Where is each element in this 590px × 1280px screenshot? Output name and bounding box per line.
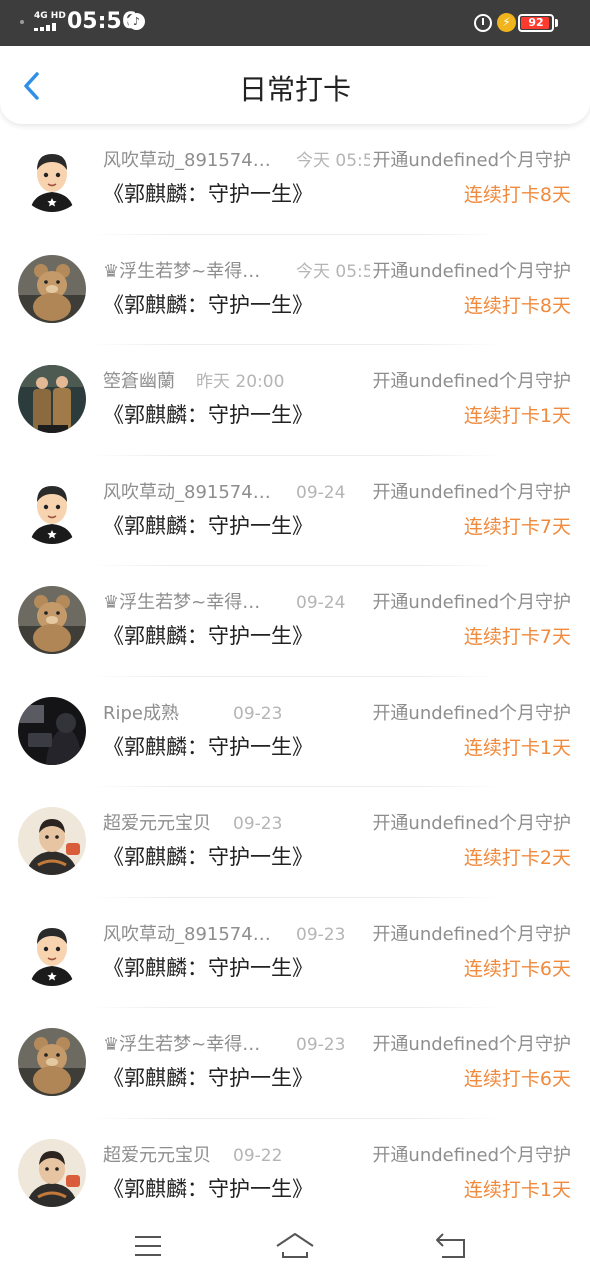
signal-icon bbox=[34, 23, 60, 31]
return-icon bbox=[436, 1233, 465, 1258]
notification-dot bbox=[20, 20, 24, 24]
menu-icon bbox=[135, 1236, 161, 1256]
checkin-row[interactable]: 风吹草动_891574… 今天 05:57 开通undefined个月守护 《郭麒麟：… bbox=[0, 124, 590, 235]
checkin-content: 《郭麒麟：守护一生》 bbox=[103, 624, 313, 648]
home-button[interactable] bbox=[274, 1230, 316, 1262]
checkin-row[interactable]: Ripe成熟 09-23 开通undefined个月守护 《郭麒麟：守护一生》 连续打卡… bbox=[0, 677, 590, 787]
network-indicator: 4G HD bbox=[34, 11, 66, 21]
guard-info: 开通undefined个月守护 bbox=[370, 701, 571, 726]
avatar[interactable] bbox=[18, 365, 86, 433]
battery-cap bbox=[555, 19, 558, 27]
home-icon bbox=[276, 1233, 314, 1258]
checkin-content: 《郭麒麟：守护一生》 bbox=[103, 182, 313, 206]
guard-info: 开通undefined个月守护 bbox=[370, 591, 571, 615]
avatar[interactable] bbox=[18, 254, 86, 323]
guard-info: 开通undefined个月守护 bbox=[370, 1033, 571, 1057]
checkin-row[interactable]: ♛浮生若梦~幸得… 今天 05:57 开通undefined个月守护 《郭麒麟：守护一… bbox=[0, 235, 590, 345]
checkin-time: 昨天 20:00 bbox=[196, 372, 285, 392]
checkin-row[interactable]: ♛浮生若梦~幸得… 09-24 开通undefined个月守护《郭麒麟：守护一生》 连… bbox=[0, 566, 590, 677]
checkin-time: 09-22 bbox=[233, 1145, 283, 1166]
checkin-row[interactable]: ♛浮生若梦~幸得… 09-23 开通undefined个月守护《郭麒麟：守护一生》 连… bbox=[0, 1008, 590, 1119]
user-name[interactable]: 风吹草动_891574… bbox=[103, 149, 273, 173]
avatar[interactable] bbox=[18, 807, 86, 875]
system-nav-bar bbox=[0, 1210, 590, 1280]
status-bar: 4G HD 05:56 ♪ ⚡ 92 bbox=[0, 0, 590, 46]
checkin-content: 《郭麒麟：守护一生》 bbox=[103, 845, 313, 869]
checkin-time: 09-23 bbox=[233, 814, 283, 834]
checkin-content: 《郭麒麟：守护一生》 bbox=[103, 292, 313, 317]
streak-badge: 连续打卡6天 bbox=[463, 1068, 571, 1090]
streak-badge: 连续打卡1天 bbox=[463, 736, 571, 759]
checkin-content: 《郭麒麟：守护一生》 bbox=[103, 1066, 313, 1090]
page-title: 日常打卡 bbox=[238, 73, 351, 106]
avatar[interactable] bbox=[18, 586, 86, 654]
user-name[interactable]: 风吹草动_891574… bbox=[103, 481, 273, 505]
status-time: 05:56 bbox=[67, 9, 138, 34]
streak-badge: 连续打卡8天 bbox=[463, 294, 571, 317]
checkin-time: 09-23 bbox=[296, 924, 346, 945]
checkin-row[interactable]: 风吹草动_891574… 09-24 开通undefined个月守护《郭麒麟：守护一… bbox=[0, 456, 590, 566]
user-name[interactable]: ♛浮生若梦~幸得… bbox=[103, 1033, 273, 1057]
checkin-content: 《郭麒麟：守护一生》 bbox=[103, 1176, 313, 1201]
guard-info: 开通undefined个月守护 bbox=[370, 812, 571, 836]
music-icon: ♪ bbox=[128, 13, 145, 30]
streak-badge: 连续打卡6天 bbox=[463, 957, 571, 980]
avatar[interactable] bbox=[18, 1138, 86, 1207]
avatar[interactable] bbox=[18, 917, 86, 986]
checkin-time: 09-24 bbox=[296, 593, 346, 613]
checkin-content: 《郭麒麟：守护一生》 bbox=[103, 955, 313, 980]
avatar[interactable] bbox=[18, 475, 86, 544]
avatar[interactable] bbox=[18, 144, 86, 212]
alarm-icon bbox=[474, 14, 492, 32]
charging-icon: ⚡ bbox=[497, 13, 516, 32]
streak-badge: 连续打卡7天 bbox=[463, 626, 571, 648]
streak-badge: 连续打卡8天 bbox=[463, 184, 571, 206]
streak-badge: 连续打卡7天 bbox=[463, 515, 571, 538]
streak-badge: 连续打卡1天 bbox=[463, 405, 571, 427]
avatar[interactable] bbox=[18, 696, 86, 765]
battery-percent: 92 bbox=[528, 16, 544, 29]
streak-badge: 连续打卡2天 bbox=[463, 847, 571, 869]
checkin-content: 《郭麒麟：守护一生》 bbox=[103, 513, 313, 538]
menu-button[interactable] bbox=[132, 1230, 164, 1262]
guard-info: 开通undefined个月守护 bbox=[370, 922, 571, 947]
user-name[interactable]: 风吹草动_891574… bbox=[103, 923, 273, 947]
guard-info: 开通undefined个月守护 bbox=[370, 149, 571, 173]
checkin-list[interactable]: 风吹草动_891574… 今天 05:57 开通undefined个月守护 《郭麒麟：… bbox=[0, 124, 590, 1210]
title-bar: 日常打卡 bbox=[0, 46, 590, 124]
user-name[interactable]: ♛浮生若梦~幸得… bbox=[103, 591, 273, 615]
checkin-content: 《郭麒麟：守护一生》 bbox=[103, 734, 313, 759]
checkin-row[interactable]: 超爱元元宝贝 09-23 开通undefined个月守护 《郭麒麟：守护一生》 连续打卡… bbox=[0, 787, 590, 898]
user-name[interactable]: ♛浮生若梦~幸得… bbox=[103, 260, 273, 284]
checkin-row[interactable]: 风吹草动_891574… 09-23 开通undefined个月守护《郭麒麟：守护一… bbox=[0, 898, 590, 1008]
guard-info: 开通undefined个月守护 bbox=[370, 370, 571, 394]
checkin-time: 09-23 bbox=[296, 1035, 346, 1055]
checkin-time: 09-24 bbox=[296, 482, 346, 503]
guard-info: 开通undefined个月守护 bbox=[370, 480, 571, 505]
checkin-row[interactable]: 超爱元元宝贝 09-22 开通undefined个月守护 《郭麒麟：守护一生》 连续打卡… bbox=[0, 1119, 590, 1211]
avatar[interactable] bbox=[18, 1028, 86, 1096]
streak-badge: 连续打卡1天 bbox=[463, 1178, 571, 1201]
checkin-content: 《郭麒麟：守护一生》 bbox=[103, 403, 313, 427]
checkin-row[interactable]: 箜篬幽蘭 昨天 20:00 开通undefined个月守护 《郭麒麟：守护一生》 连续打… bbox=[0, 345, 590, 456]
guard-info: 开通undefined个月守护 bbox=[370, 1143, 571, 1168]
battery-icon: 92 bbox=[518, 14, 554, 32]
return-button[interactable] bbox=[434, 1230, 468, 1262]
checkin-time: 09-23 bbox=[233, 703, 283, 724]
guard-info: 开通undefined个月守护 bbox=[370, 259, 571, 284]
